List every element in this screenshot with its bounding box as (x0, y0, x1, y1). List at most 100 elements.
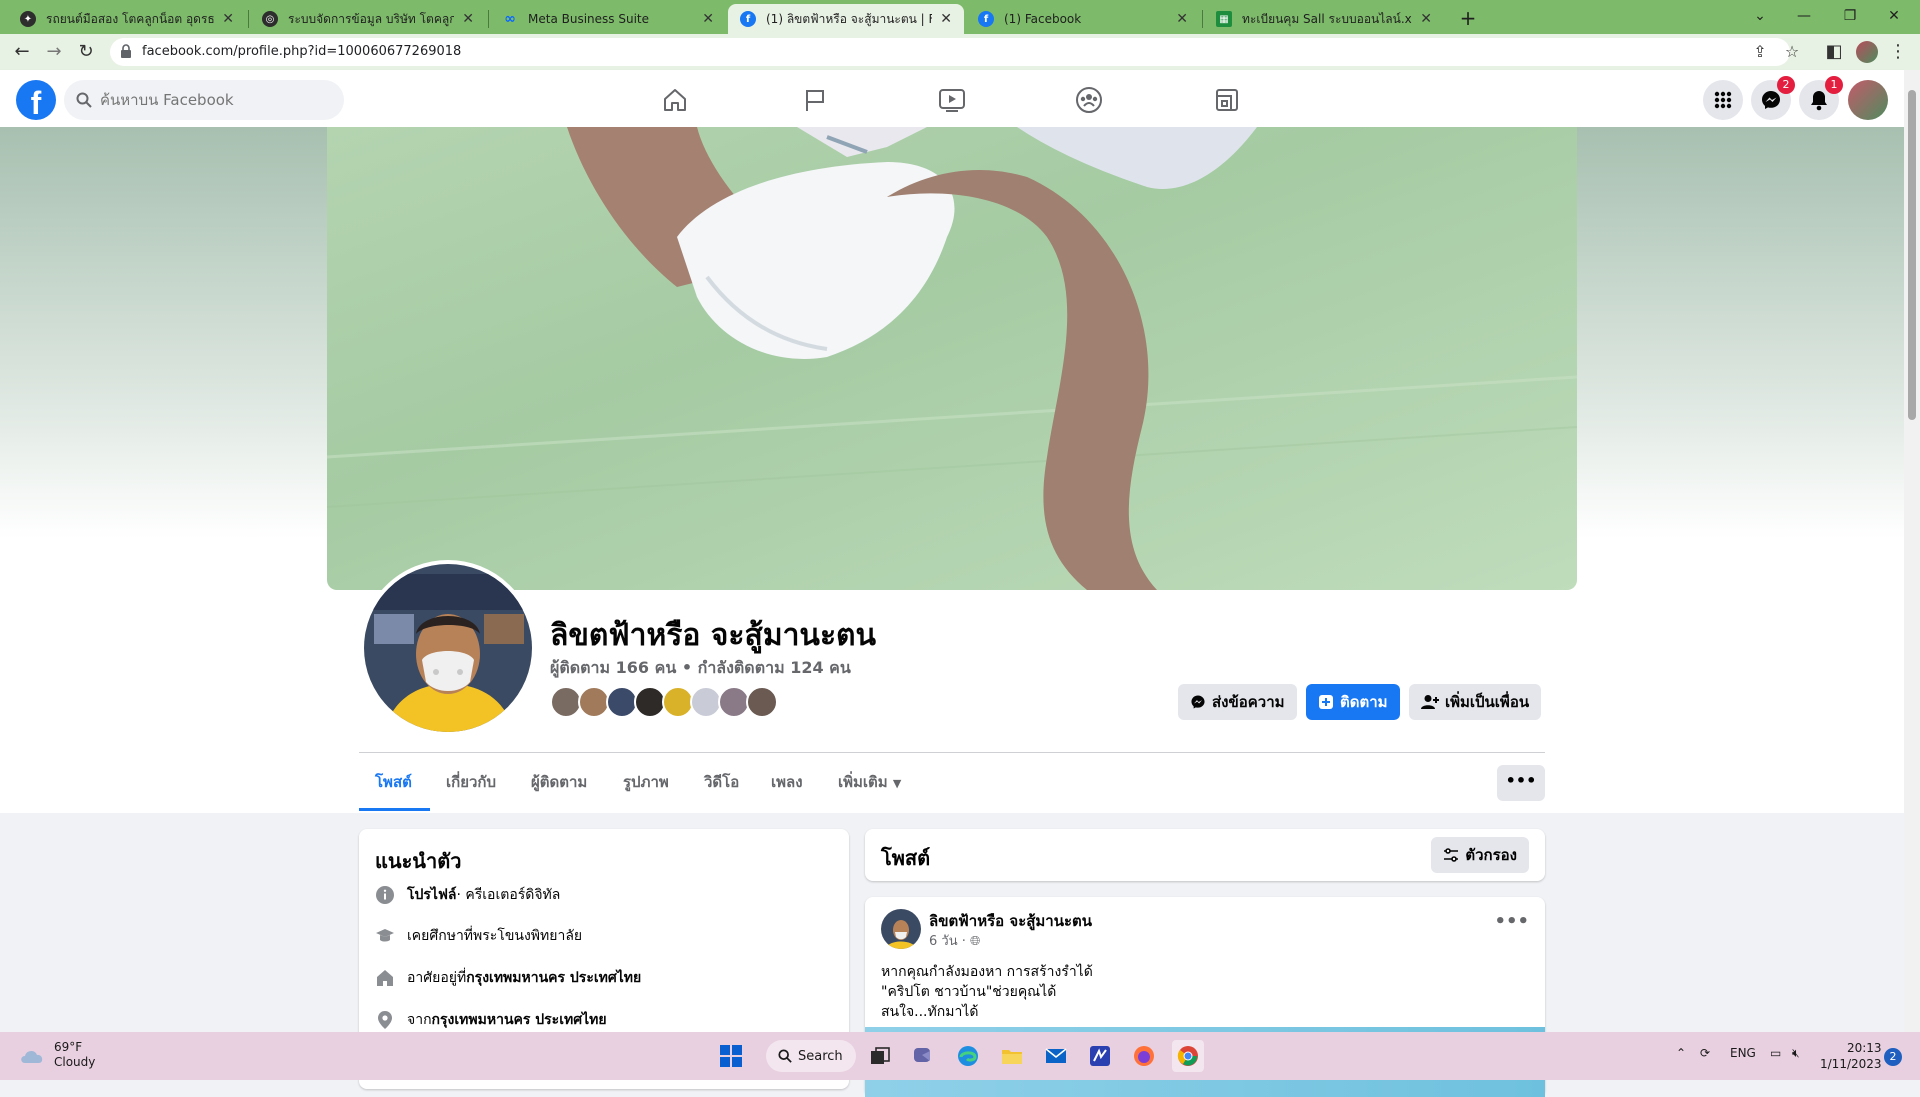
intro-from-value[interactable]: กรุงเทพมหานคร ประเทศไทย (432, 1009, 607, 1031)
tab-title: รถยนต์มือสอง โตคลูกน็อต อุดรธานี (46, 11, 215, 26)
tray-app-icon[interactable]: ⟳ (1700, 1046, 1710, 1060)
taskbar-search[interactable]: Search (766, 1040, 856, 1072)
chrome-icon[interactable] (1172, 1040, 1204, 1072)
file-explorer-icon[interactable] (996, 1040, 1028, 1072)
tab-about[interactable]: เกี่ยวกับ (446, 770, 496, 810)
browser-tab[interactable]: ✦ รถยนต์มือสอง โตคลูกน็อต อุดรธานี ✕ (8, 4, 246, 34)
intro-lives-row: อาศัยอยู่ที่ กรุงเทพมหานคร ประเทศไทย (375, 966, 641, 990)
tab-title: Meta Business Suite (528, 12, 649, 26)
share-icon[interactable]: ⇪ (1750, 42, 1770, 61)
follower-count[interactable]: ผู้ติดตาม 166 คน • กำลังติดตาม 124 คน (550, 656, 851, 681)
search-icon (76, 92, 92, 108)
tray-chevron-icon[interactable]: ⌃ (1676, 1046, 1686, 1060)
language-indicator[interactable]: ENG (1730, 1046, 1756, 1060)
close-icon[interactable]: ✕ (462, 11, 474, 27)
tab-music[interactable]: เพลง (771, 770, 803, 810)
browser-tab[interactable]: ▦ ทะเบียนคุม Sall ระบบออนไลน์.xlsx - G ✕ (1204, 4, 1444, 34)
close-icon[interactable]: ✕ (1176, 11, 1188, 27)
firefox-icon[interactable] (1128, 1040, 1160, 1072)
close-icon[interactable]: ✕ (940, 11, 952, 27)
add-friend-button-label: เพิ่มเป็นเพื่อน (1445, 693, 1530, 711)
filter-button[interactable]: ตัวกรอง (1431, 837, 1529, 873)
browser-profile-avatar[interactable] (1856, 41, 1878, 63)
taskbar-clock[interactable]: 20:13 1/11/2023 (1820, 1040, 1882, 1072)
caret-down-icon: ▼ (892, 777, 902, 790)
close-window-button[interactable]: ✕ (1874, 4, 1914, 28)
mail-icon[interactable] (1040, 1040, 1072, 1072)
tab-more[interactable]: เพิ่มเติม ▼ (838, 770, 901, 810)
watch-video-icon[interactable] (897, 78, 1007, 122)
network-icon[interactable]: ▭ (1770, 1046, 1781, 1060)
browser-tab-active[interactable]: f (1) ลิขตฟ้าหรือ จะสู้มานะตน | Facebo ✕ (728, 4, 964, 34)
facebook-icon: f (740, 11, 756, 27)
intro-profile-label: โปรไฟล์ (407, 887, 457, 903)
menu-icon[interactable]: ⋮ (1886, 40, 1910, 64)
tab-title: ระบบจัดการข้อมูล บริษัท โตคลูกน็อต (288, 11, 455, 26)
speaker-muted-icon[interactable]: 🔇︎ (1792, 1046, 1800, 1061)
close-icon[interactable]: ✕ (702, 11, 714, 27)
follow-button[interactable]: ติดตาม (1306, 684, 1400, 720)
taskbar-search-label: Search (798, 1048, 843, 1064)
tab-search-icon[interactable]: ⌄ (1740, 4, 1780, 28)
profile-info-panel (0, 590, 1904, 813)
minimize-button[interactable]: — (1784, 4, 1824, 28)
menu-grid-button[interactable] (1703, 80, 1743, 120)
message-button[interactable]: ส่งข้อความ (1178, 684, 1297, 720)
facebook-header: f 2 1 (0, 70, 1904, 127)
groups-icon[interactable] (1034, 78, 1144, 122)
messenger-button[interactable]: 2 (1751, 76, 1795, 120)
edge-icon[interactable] (952, 1040, 984, 1072)
home-icon (377, 970, 393, 986)
cover-photo[interactable] (327, 127, 1577, 590)
browser-tab[interactable]: f (1) Facebook ✕ (966, 4, 1200, 34)
add-friend-button[interactable]: เพิ่มเป็นเพื่อน (1409, 684, 1542, 720)
scrollbar-thumb[interactable] (1908, 90, 1916, 420)
cloud-icon (21, 1050, 43, 1063)
new-tab-button[interactable]: + (1454, 6, 1482, 30)
search-box[interactable] (64, 80, 344, 120)
account-avatar[interactable] (1848, 80, 1888, 120)
post-author-avatar[interactable] (881, 909, 921, 949)
intro-lives-value[interactable]: กรุงเทพมหานคร ประเทศไทย (466, 967, 641, 989)
search-input[interactable] (100, 80, 330, 120)
gaming-icon[interactable] (1172, 78, 1282, 122)
url-field[interactable]: facebook.com/profile.php?id=100060677269… (110, 38, 1799, 66)
reload-icon[interactable]: ↻ (74, 40, 98, 64)
browser-tab[interactable]: ∞ Meta Business Suite ✕ (490, 4, 726, 34)
post-timestamp[interactable]: 6 วัน · 🌐︎ (929, 930, 980, 951)
intro-education-value[interactable]: พระโขนงพิทยาลัย (473, 925, 582, 947)
windows-start-icon[interactable] (715, 1040, 747, 1072)
pages-flag-icon[interactable] (760, 78, 870, 122)
post-text-line: "คริปโต ชาวบ้าน"ช่วยคุณได้ (881, 984, 1057, 1000)
more-options-button[interactable]: ••• (1497, 765, 1545, 801)
tab-photos[interactable]: รูปภาพ (623, 770, 669, 810)
close-icon[interactable]: ✕ (1420, 11, 1432, 27)
notification-count-badge[interactable]: 2 (1884, 1048, 1902, 1066)
follow-button-label: ติดตาม (1340, 693, 1388, 711)
app-icon[interactable] (1084, 1040, 1116, 1072)
facebook-logo[interactable]: f (16, 80, 56, 121)
teams-chat-icon[interactable] (908, 1040, 940, 1072)
graduation-cap-icon (376, 929, 394, 942)
close-icon[interactable]: ✕ (222, 11, 234, 27)
tab-more-label: เพิ่มเติม (838, 773, 888, 791)
tab-posts[interactable]: โพสต์ (375, 770, 412, 810)
weather-temp: 69°F (54, 1040, 83, 1054)
forward-icon[interactable]: → (42, 40, 66, 64)
back-icon[interactable]: ← (10, 40, 34, 64)
notifications-button[interactable]: 1 (1799, 76, 1843, 120)
star-icon[interactable]: ☆ (1782, 42, 1802, 61)
browser-tab[interactable]: ◎ ระบบจัดการข้อมูล บริษัท โตคลูกน็อต ✕ (250, 4, 486, 34)
home-icon[interactable] (620, 78, 730, 122)
post-options-button[interactable]: ••• (1494, 911, 1529, 932)
profile-picture[interactable] (360, 560, 536, 736)
tab-videos[interactable]: วิดีโอ (704, 770, 739, 810)
task-view-icon[interactable] (864, 1040, 896, 1072)
side-panel-icon[interactable]: ◧ (1822, 40, 1846, 64)
restore-button[interactable]: ❐ (1830, 4, 1870, 28)
page-scrollbar[interactable] (1904, 70, 1920, 1032)
weather-widget[interactable]: 69°F Cloudy (18, 1040, 95, 1070)
globe-icon: ◎ (262, 11, 278, 27)
tab-followers[interactable]: ผู้ติดตาม (531, 770, 587, 810)
friend-avatar[interactable] (746, 686, 778, 718)
